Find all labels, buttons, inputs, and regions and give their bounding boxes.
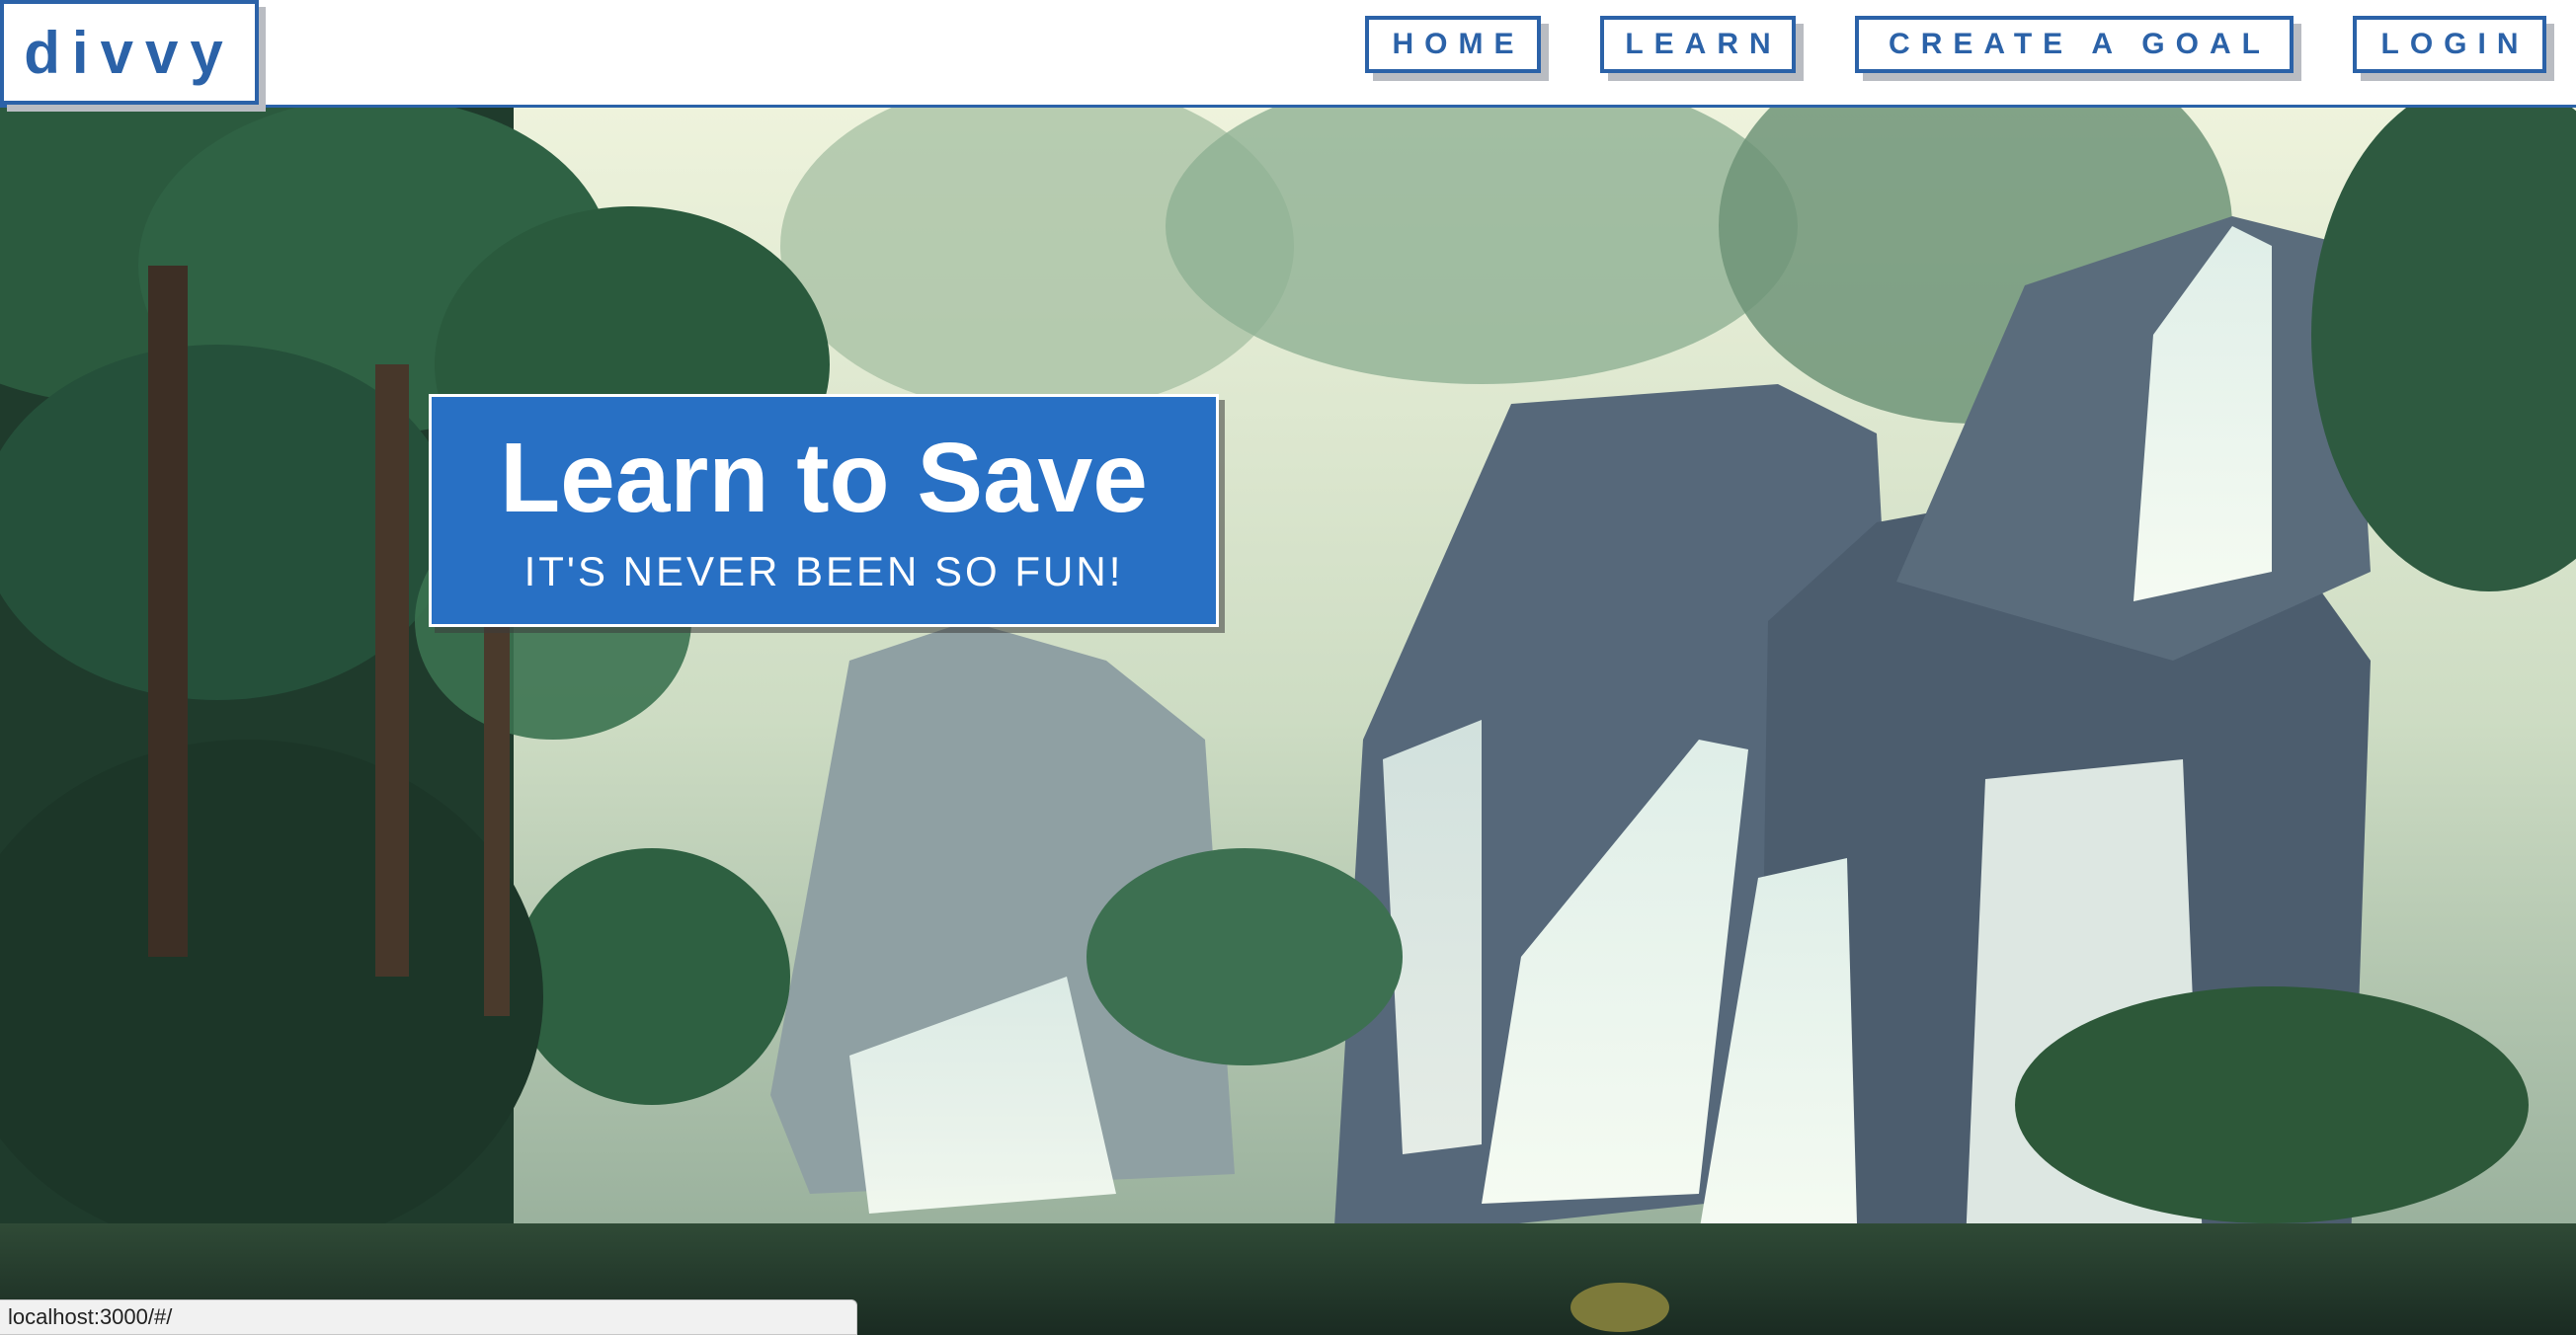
nav-learn-button[interactable]: LEARN [1600, 16, 1796, 73]
nav-login-button[interactable]: LOGIN [2353, 16, 2546, 73]
divvy-logo[interactable]: divvy [0, 0, 259, 105]
nav-create-goal-button[interactable]: CREATE A GOAL [1855, 16, 2294, 73]
hero-title: Learn to Save [500, 423, 1148, 533]
hero-subtitle: IT'S NEVER BEEN SO FUN! [523, 548, 1124, 594]
top-navbar: divvy HOME LEARN CREATE A GOAL LOGIN [0, 0, 2576, 108]
hero-section: Learn to Save IT'S NEVER BEEN SO FUN! [0, 108, 2576, 1335]
nav-home-button[interactable]: HOME [1365, 16, 1541, 73]
hero-card: Learn to Save IT'S NEVER BEEN SO FUN! [429, 394, 1219, 627]
page: divvy HOME LEARN CREATE A GOAL LOGIN Lea… [0, 0, 2576, 1335]
browser-status-url: localhost:3000/#/ [0, 1299, 857, 1335]
hero-background-image [0, 108, 2576, 1335]
